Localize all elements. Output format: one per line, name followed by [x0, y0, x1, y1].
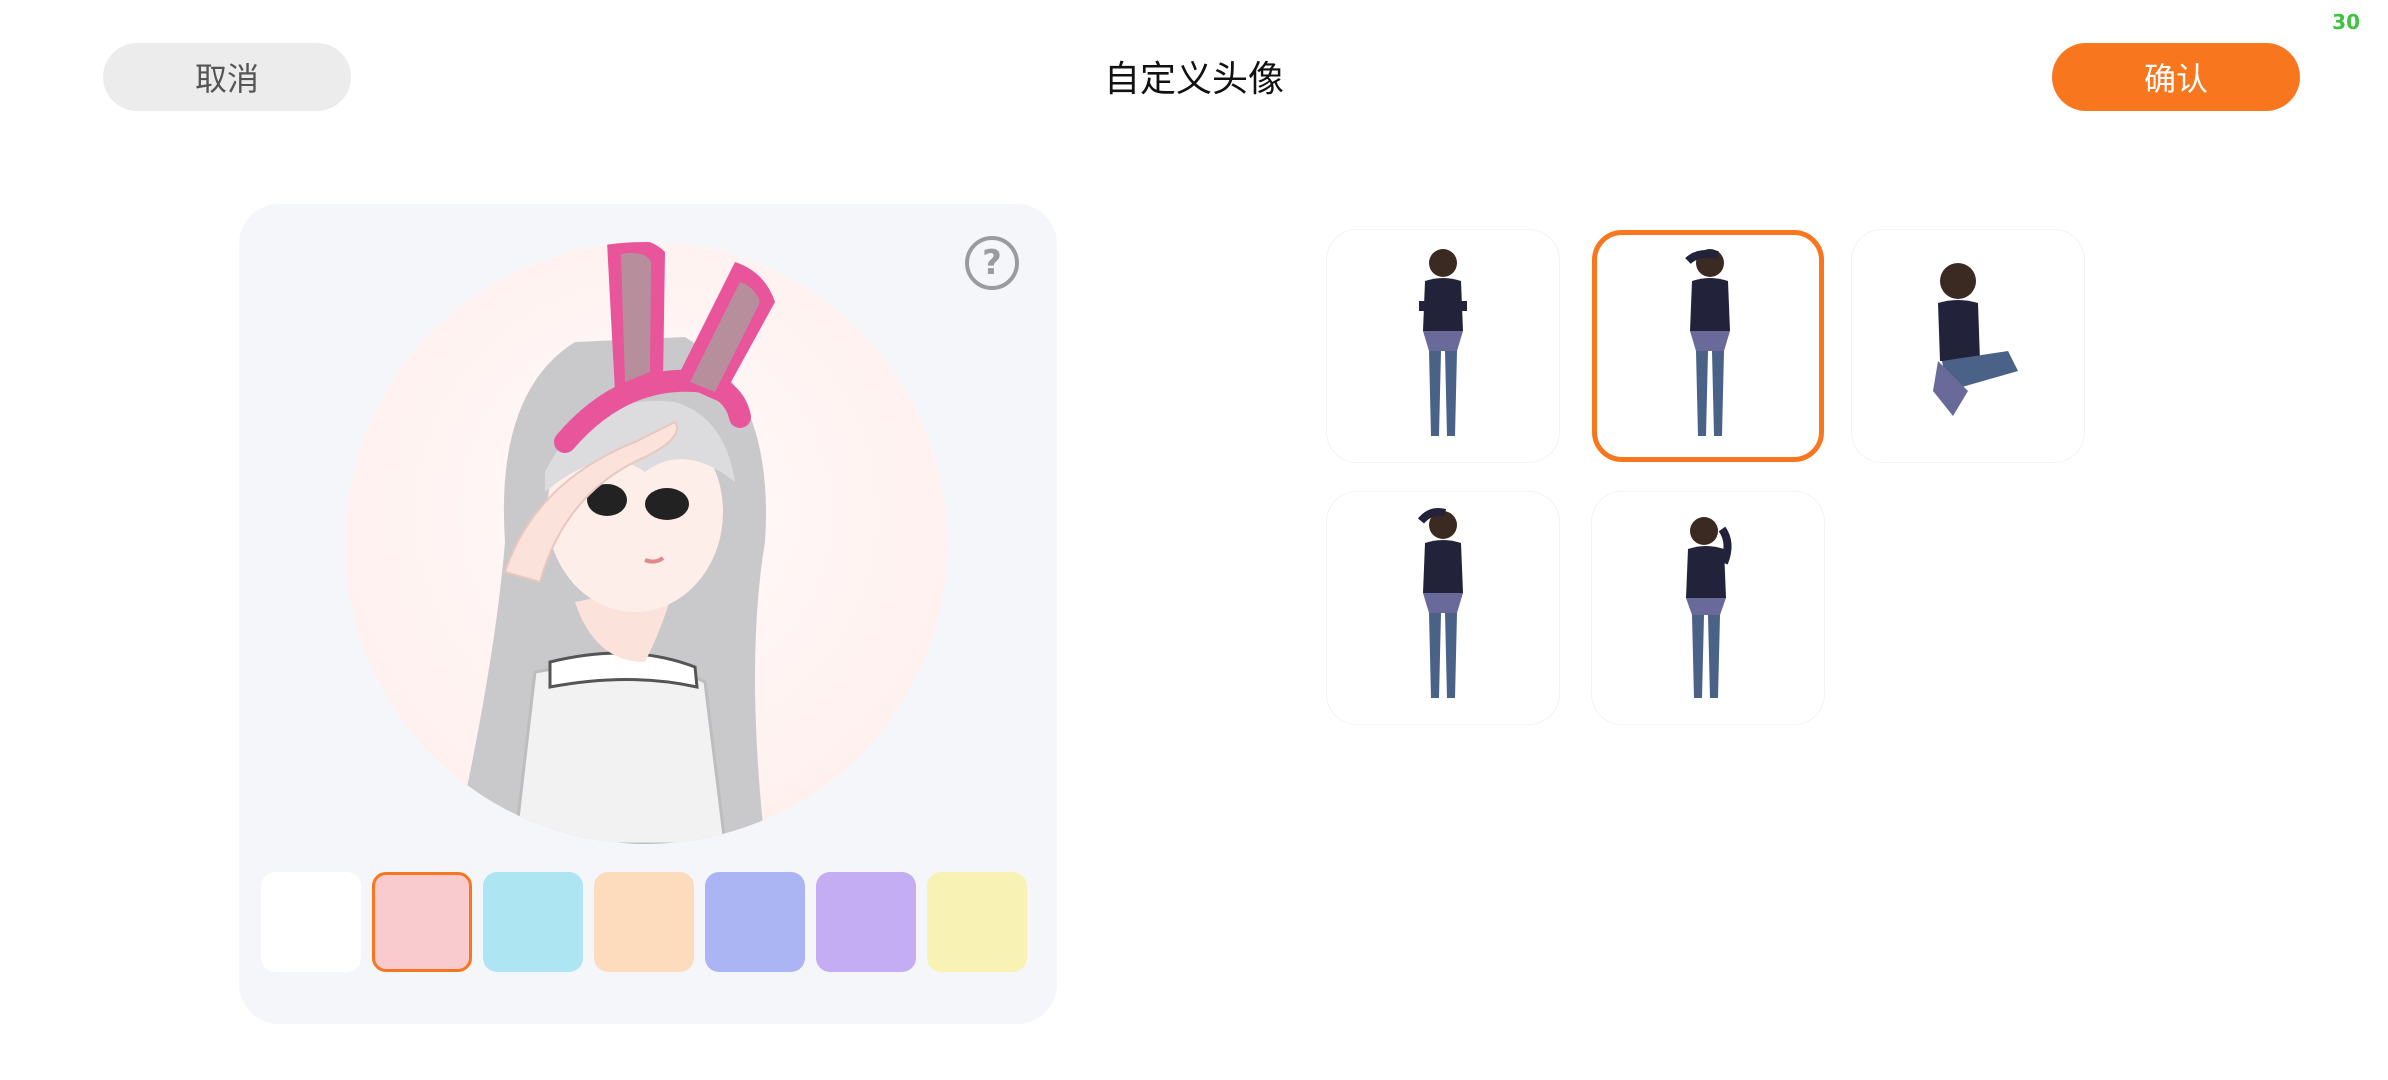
- pose-option[interactable]: [1327, 230, 1559, 462]
- pose-figure-image: [1933, 263, 2018, 416]
- color-swatch[interactable]: [372, 872, 472, 972]
- confirm-button[interactable]: 确认: [2052, 43, 2300, 111]
- color-swatch[interactable]: [927, 872, 1027, 972]
- pose-figure-image: [1685, 249, 1730, 436]
- pose-option[interactable]: [1592, 230, 1824, 462]
- help-icon[interactable]: ?: [965, 236, 1019, 290]
- color-swatch[interactable]: [705, 872, 805, 972]
- avatar-character-image: [455, 242, 775, 844]
- background-color-swatches: [261, 872, 1031, 976]
- color-swatch[interactable]: [261, 872, 361, 972]
- avatar-preview-panel: ?: [239, 204, 1057, 1024]
- pose-option[interactable]: [1852, 230, 2084, 462]
- pose-figure-image: [1417, 508, 1463, 698]
- avatar-preview: [345, 242, 947, 844]
- pose-option[interactable]: [1327, 492, 1559, 724]
- fps-counter: 30: [2332, 10, 2360, 34]
- color-swatch[interactable]: [483, 872, 583, 972]
- pose-figure-image: [1419, 249, 1467, 436]
- color-swatch[interactable]: [816, 872, 916, 972]
- pose-option[interactable]: [1592, 492, 1824, 724]
- color-swatch[interactable]: [594, 872, 694, 972]
- pose-figure-image: [1686, 517, 1732, 698]
- page-title: 自定义头像: [1103, 59, 1284, 100]
